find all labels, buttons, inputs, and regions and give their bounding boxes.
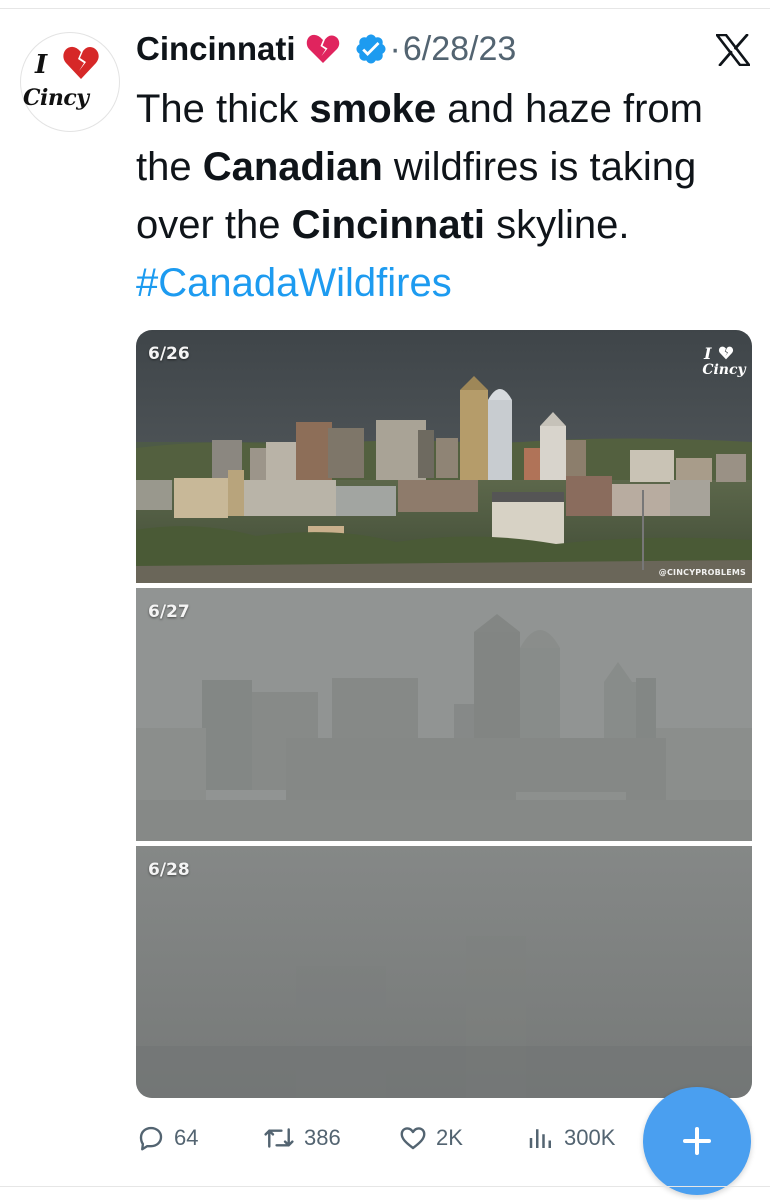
hashtag-link[interactable]: #CanadaWildfires	[136, 261, 452, 305]
retweet-icon	[264, 1128, 294, 1148]
tweet-action-bar: 64 386 2K 300K	[136, 1120, 696, 1156]
bold-word-canadian: Canadian	[202, 145, 383, 189]
reply-button[interactable]: 64	[136, 1120, 198, 1156]
separator-dot: ·	[389, 29, 401, 68]
skyline-smoke-photo	[136, 846, 752, 1098]
broken-heart-icon	[63, 46, 99, 79]
author-avatar[interactable]: I Cincy	[20, 32, 120, 132]
compose-tweet-button[interactable]	[643, 1087, 751, 1195]
retweet-button[interactable]: 386	[262, 1120, 341, 1156]
skyline-hazy-photo	[136, 588, 752, 841]
date-label-6-27: 6/27	[148, 602, 190, 622]
reply-count: 64	[174, 1125, 199, 1150]
photo-panel-smoke: 6/28	[136, 846, 752, 1098]
views-count: 300K	[564, 1125, 616, 1150]
like-count: 2K	[436, 1125, 463, 1150]
photo-panel-clear: 6/26 I Cincy @CINCYPROBLEMS	[136, 330, 752, 583]
tweet-header: Cincinnati · 6/28/23	[136, 26, 516, 72]
tweet-media-image[interactable]: 6/26 I Cincy @CINCYPROBLEMS 6/27 6/28	[136, 330, 752, 1098]
views-button[interactable]: 300K	[526, 1120, 615, 1156]
verified-badge-icon	[355, 34, 386, 64]
skyline-clear-photo	[136, 330, 752, 583]
date-label-6-26: 6/26	[148, 344, 190, 364]
tweet-text: The thick smoke and haze from the Canadi…	[136, 87, 703, 305]
tweet-date[interactable]: 6/28/23	[403, 30, 516, 69]
bottom-divider	[0, 1186, 770, 1187]
views-chart-icon	[529, 1129, 551, 1148]
retweet-count: 386	[304, 1125, 341, 1150]
avatar-word: Cincy	[23, 85, 89, 111]
reply-icon	[139, 1126, 163, 1151]
heart-icon	[400, 1127, 426, 1150]
broken-heart-icon	[718, 346, 734, 360]
broken-heart-icon	[306, 34, 339, 63]
x-logo-icon[interactable]	[716, 34, 750, 66]
photo-panel-hazy: 6/27	[136, 588, 752, 841]
avatar-i-letter: I	[35, 50, 48, 80]
photo-credit: @CINCYPROBLEMS	[658, 568, 746, 577]
date-label-6-28: 6/28	[148, 860, 190, 880]
like-button[interactable]: 2K	[398, 1120, 463, 1156]
bold-word-cincinnati: Cincinnati	[291, 203, 485, 247]
watermark-logo: I Cincy	[702, 344, 746, 378]
top-divider	[0, 8, 770, 9]
bold-word-smoke: smoke	[309, 87, 437, 131]
author-display-name[interactable]: Cincinnati	[136, 30, 296, 68]
